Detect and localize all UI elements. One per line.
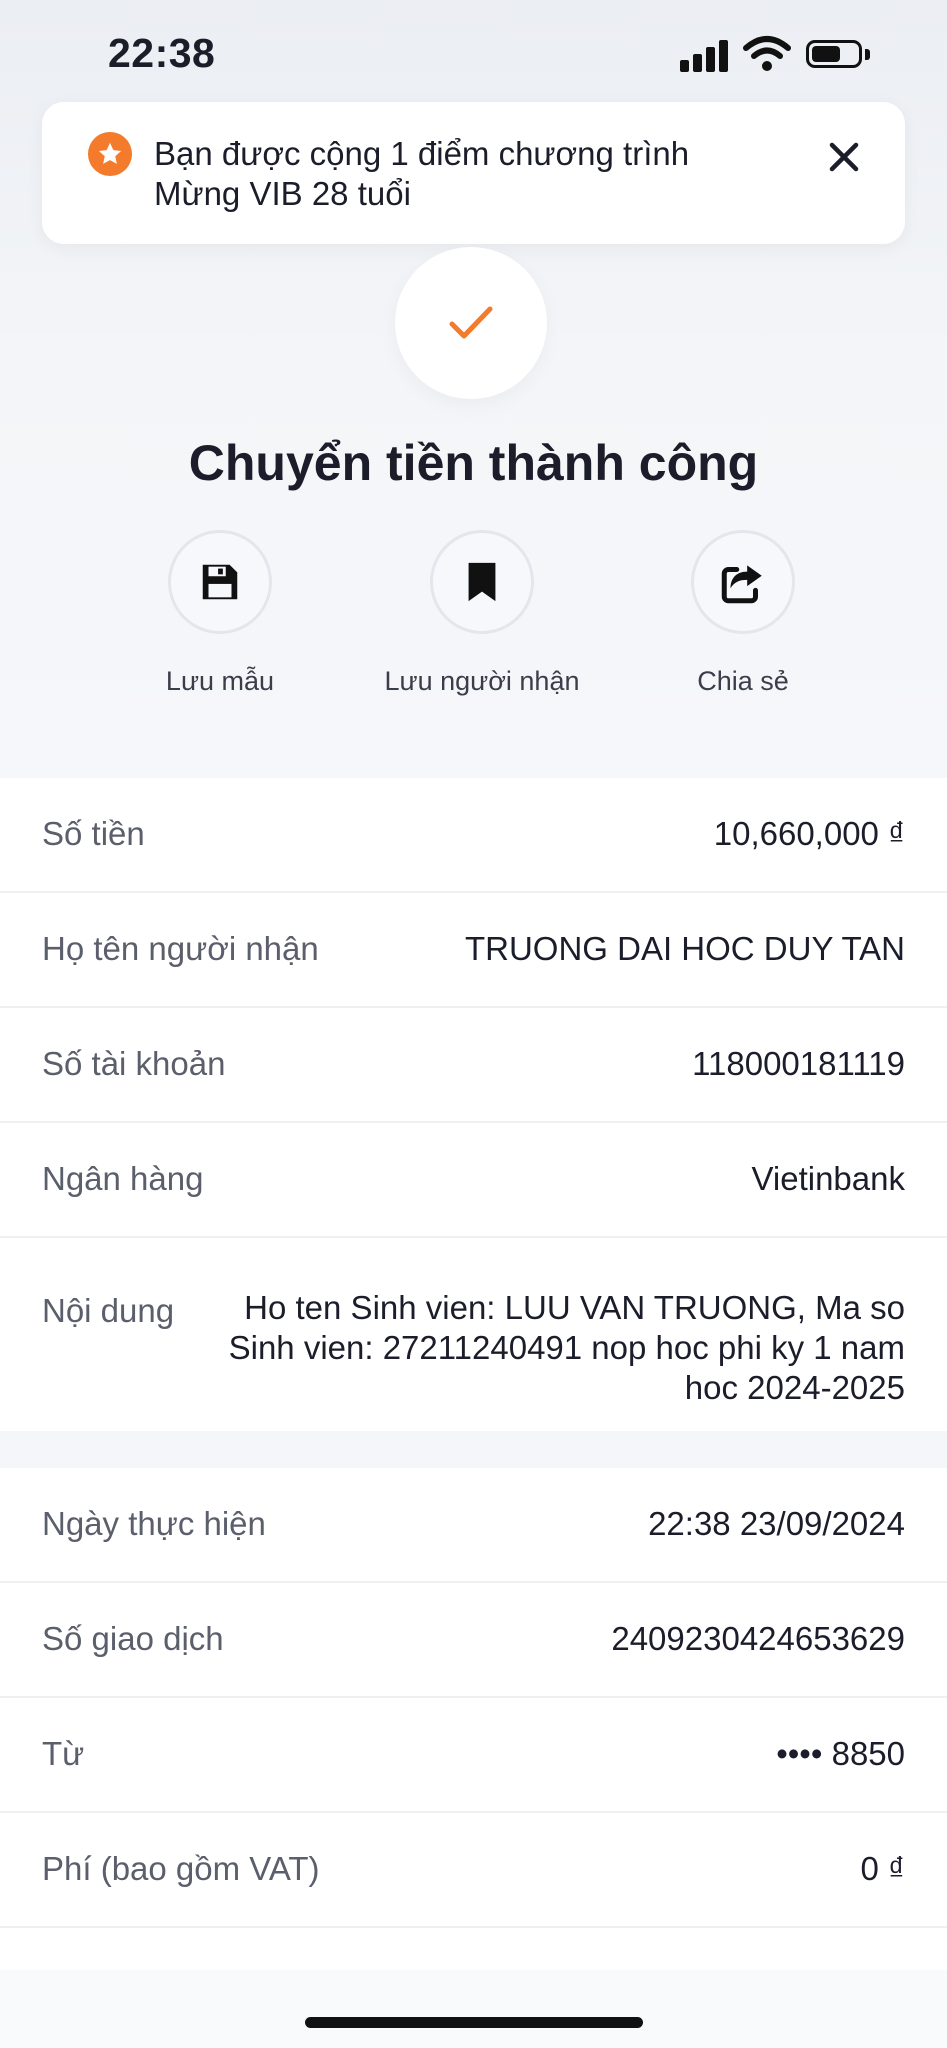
result-title: Chuyển tiền thành công bbox=[188, 435, 759, 491]
bottom-fade bbox=[0, 1970, 947, 2048]
recipient-value: TRUONG DAI HOC DUY TAN bbox=[464, 930, 905, 967]
detail-row-fee: Phí (bao gồm VAT) 0 ₫ bbox=[0, 1813, 947, 1928]
detail-row-amount: Số tiền 10,660,000 ₫ bbox=[0, 778, 947, 893]
date-label: Ngày thực hiện bbox=[42, 1505, 266, 1542]
success-badge bbox=[395, 247, 547, 399]
account-label: Số tài khoản bbox=[42, 1045, 226, 1082]
transfer-details: Số tiền 10,660,000 ₫ Họ tên người nhận T… bbox=[0, 778, 947, 1431]
detail-row-transaction-id: Số giao dịch 2409230424653629 bbox=[0, 1583, 947, 1698]
amount-label: Số tiền bbox=[42, 815, 145, 852]
content-label: Nội dung bbox=[42, 1292, 175, 1329]
detail-row-account: Số tài khoản 118000181119 bbox=[0, 1008, 947, 1123]
source-label: Từ bbox=[42, 1735, 85, 1772]
status-bar: 22:38 bbox=[0, 0, 947, 100]
source-value: •••• 8850 bbox=[776, 1735, 905, 1772]
home-indicator[interactable] bbox=[305, 2017, 643, 2028]
bank-label: Ngân hàng bbox=[42, 1160, 204, 1197]
fee-label: Phí (bao gồm VAT) bbox=[42, 1850, 320, 1887]
star-icon bbox=[88, 132, 132, 176]
transaction-id-value: 2409230424653629 bbox=[611, 1620, 905, 1657]
share-button[interactable]: Chia sẻ bbox=[623, 530, 863, 697]
share-label: Chia sẻ bbox=[697, 666, 789, 696]
floppy-disk-icon bbox=[202, 564, 238, 600]
close-icon[interactable] bbox=[825, 138, 863, 176]
save-recipient-label: Lưu người nhận bbox=[384, 666, 580, 696]
checkmark-icon bbox=[449, 306, 493, 339]
bank-value: Vietinbank bbox=[751, 1160, 905, 1197]
battery-icon bbox=[806, 40, 872, 70]
amount-value: 10,660,000 ₫ bbox=[713, 815, 905, 852]
transaction-details: Ngày thực hiện 22:38 23/09/2024 Số giao … bbox=[0, 1468, 947, 1970]
cellular-signal-icon bbox=[680, 38, 730, 72]
save-recipient-button[interactable]: Lưu người nhận bbox=[362, 530, 602, 697]
share-icon bbox=[721, 565, 762, 604]
recipient-label: Họ tên người nhận bbox=[42, 930, 319, 967]
wifi-icon bbox=[743, 36, 791, 71]
save-template-button[interactable]: Lưu mẫu bbox=[100, 530, 340, 697]
detail-row-recipient: Họ tên người nhận TRUONG DAI HOC DUY TAN bbox=[0, 893, 947, 1008]
transaction-id-label: Số giao dịch bbox=[42, 1620, 224, 1657]
detail-row-bank: Ngân hàng Vietinbank bbox=[0, 1123, 947, 1238]
save-template-label: Lưu mẫu bbox=[165, 666, 275, 696]
detail-row-source: Từ •••• 8850 bbox=[0, 1698, 947, 1813]
detail-row-date: Ngày thực hiện 22:38 23/09/2024 bbox=[0, 1468, 947, 1583]
status-time: 22:38 bbox=[108, 30, 216, 76]
account-value: 118000181119 bbox=[692, 1045, 905, 1082]
date-value: 22:38 23/09/2024 bbox=[648, 1505, 905, 1542]
detail-row-content: Nội dung Ho ten Sinh vien: LUU VAN TRUON… bbox=[0, 1238, 947, 1431]
fee-value: 0 ₫ bbox=[860, 1850, 905, 1887]
toast-message: Bạn được cộng 1 điểm chương trình Mừng V… bbox=[154, 135, 690, 212]
content-value: Ho ten Sinh vien: LUU VAN TRUONG, Ma so … bbox=[228, 1289, 905, 1406]
bookmark-icon bbox=[468, 562, 496, 602]
reward-toast: Bạn được cộng 1 điểm chương trình Mừng V… bbox=[42, 102, 905, 244]
detail-row-truncated bbox=[0, 1928, 947, 1970]
